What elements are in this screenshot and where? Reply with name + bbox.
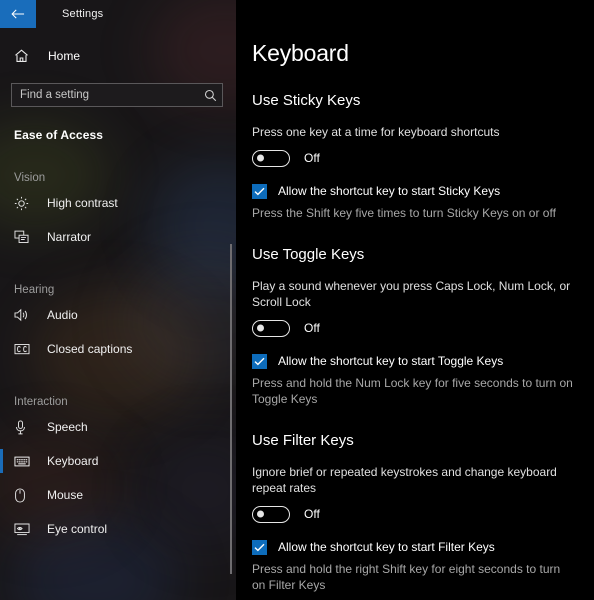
- toggle-knob: [257, 324, 264, 332]
- sidebar-item-label-speech: Speech: [47, 420, 88, 434]
- filter-keys-toggle[interactable]: [252, 505, 290, 523]
- toggle-row: Off: [252, 503, 594, 525]
- checkbox-label: Allow the shortcut key to start Filter K…: [278, 540, 495, 554]
- section-description: Press one key at a time for keyboard sho…: [252, 125, 500, 139]
- section-heading: Use Filter Keys: [252, 432, 354, 449]
- filter-keys-shortcut-checkbox[interactable]: [252, 540, 267, 555]
- toggle-keys-shortcut-checkbox[interactable]: [252, 354, 267, 369]
- title-bar: Settings: [0, 0, 236, 28]
- sidebar-item-label-home: Home: [48, 49, 81, 63]
- checkbox-row: Allow the shortcut key to start Toggle K…: [252, 353, 594, 369]
- sidebar-item-home[interactable]: Home: [0, 42, 236, 70]
- checkbox-row: Allow the shortcut key to start Filter K…: [252, 539, 594, 555]
- toggle-keys-toggle[interactable]: [252, 319, 290, 337]
- section-heading: Use Toggle Keys: [252, 246, 365, 263]
- sidebar-item-label-closed-captions: Closed captions: [47, 342, 133, 356]
- sidebar-item-audio[interactable]: Audio: [0, 298, 236, 332]
- group-label-vision: Vision: [14, 172, 46, 184]
- search-input[interactable]: [12, 84, 198, 106]
- back-button[interactable]: [0, 0, 36, 28]
- sidebar-item-label-keyboard: Keyboard: [47, 454, 99, 468]
- sticky-keys-shortcut-checkbox[interactable]: [252, 184, 267, 199]
- sidebar-item-label-high-contrast: High contrast: [47, 196, 118, 210]
- toggle-state-label: Off: [304, 151, 320, 165]
- brightness-icon: [14, 196, 34, 211]
- toggle-knob: [257, 510, 264, 518]
- keyboard-icon: [14, 456, 34, 467]
- speaker-icon: [14, 308, 34, 322]
- section-filter-keys: Use Filter Keys Ignore brief or repeated…: [252, 432, 594, 593]
- sidebar-item-label-narrator: Narrator: [47, 230, 92, 244]
- section-description: Play a sound whenever you press Caps Loc…: [252, 279, 571, 309]
- checkbox-row: Allow the shortcut key to start Sticky K…: [252, 183, 594, 199]
- toggle-row: Off: [252, 317, 594, 339]
- section-hint: Press the Shift key five times to turn S…: [252, 206, 556, 220]
- eye-control-icon: [14, 523, 34, 536]
- sidebar-item-eye-control[interactable]: Eye control: [0, 512, 236, 546]
- section-hint: Press and hold the right Shift key for e…: [252, 562, 561, 592]
- sidebar: Home Ease of Access Vision: [0, 0, 236, 600]
- search-box[interactable]: [11, 83, 223, 107]
- settings-window: Home Ease of Access Vision: [0, 0, 594, 600]
- checkbox-label: Allow the shortcut key to start Sticky K…: [278, 184, 501, 198]
- main-content: Keyboard Use Sticky Keys Press one key a…: [236, 0, 594, 600]
- home-icon: [14, 49, 36, 63]
- search-icon[interactable]: [198, 89, 222, 102]
- closed-captions-icon: [14, 343, 34, 355]
- section-hint: Press and hold the Num Lock key for five…: [252, 376, 573, 406]
- sidebar-item-keyboard[interactable]: Keyboard: [0, 444, 236, 478]
- group-label-hearing: Hearing: [14, 284, 55, 296]
- sidebar-item-high-contrast[interactable]: High contrast: [0, 186, 236, 220]
- sidebar-scrollbar[interactable]: [230, 244, 232, 574]
- toggle-knob: [257, 154, 264, 162]
- section-description: Ignore brief or repeated keystrokes and …: [252, 465, 557, 495]
- category-title: Ease of Access: [14, 128, 104, 142]
- page-title: Keyboard: [252, 40, 349, 66]
- section-heading: Use Sticky Keys: [252, 92, 361, 109]
- sticky-keys-toggle[interactable]: [252, 149, 290, 167]
- sidebar-item-label-eye-control: Eye control: [47, 522, 108, 536]
- group-label-interaction: Interaction: [14, 396, 68, 408]
- narrator-icon: [14, 230, 34, 244]
- checkbox-label: Allow the shortcut key to start Toggle K…: [278, 354, 504, 368]
- section-toggle-keys: Use Toggle Keys Play a sound whenever yo…: [252, 246, 594, 407]
- search-container: [0, 70, 236, 107]
- mouse-icon: [14, 487, 34, 503]
- sidebar-item-label-mouse: Mouse: [47, 488, 84, 502]
- microphone-icon: [14, 419, 34, 435]
- toggle-row: Off: [252, 147, 594, 169]
- section-sticky-keys: Use Sticky Keys Press one key at a time …: [252, 92, 594, 221]
- sidebar-item-closed-captions[interactable]: Closed captions: [0, 332, 236, 366]
- window-title: Settings: [62, 8, 104, 20]
- sidebar-item-speech[interactable]: Speech: [0, 410, 236, 444]
- sidebar-item-narrator[interactable]: Narrator: [0, 220, 236, 254]
- sidebar-item-mouse[interactable]: Mouse: [0, 478, 236, 512]
- sidebar-item-label-audio: Audio: [47, 308, 78, 322]
- toggle-state-label: Off: [304, 321, 320, 335]
- toggle-state-label: Off: [304, 507, 320, 521]
